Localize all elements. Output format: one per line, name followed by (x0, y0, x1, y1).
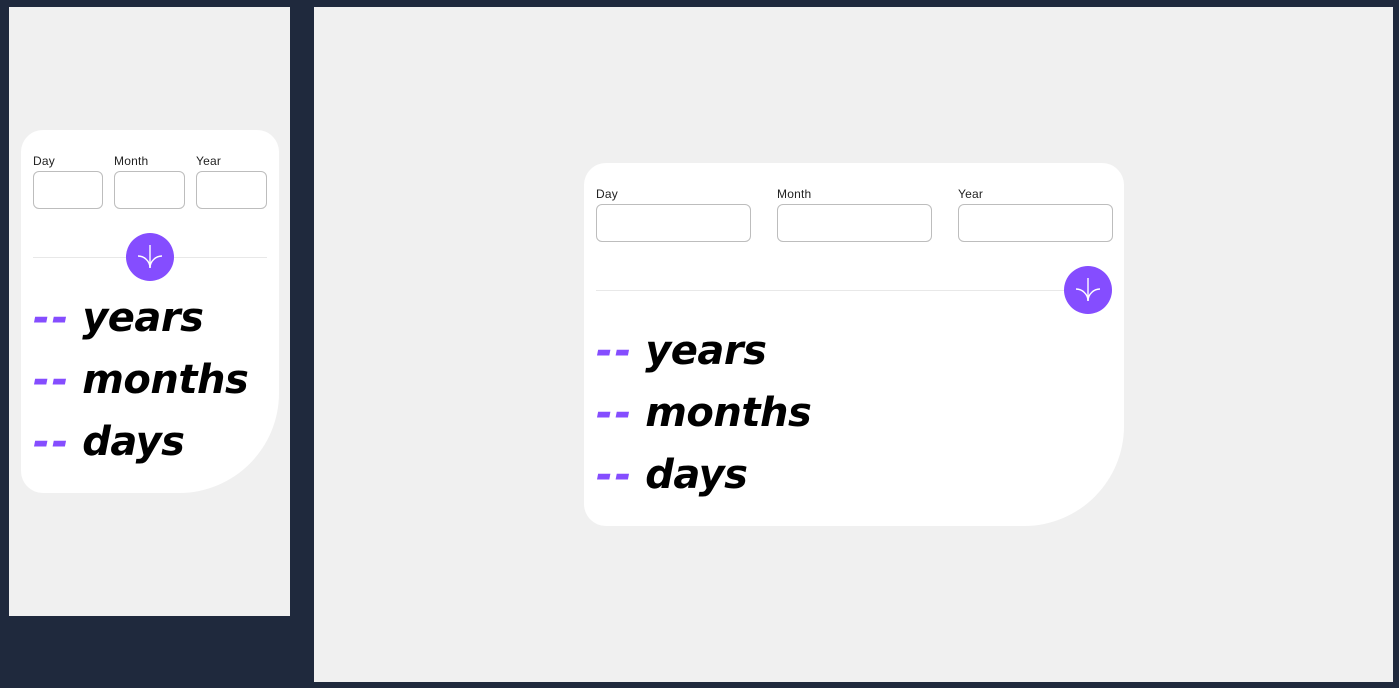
years-value: -- (596, 328, 634, 374)
day-input[interactable] (33, 171, 103, 209)
days-result: -- days (596, 444, 1112, 506)
month-label: Month (777, 187, 812, 201)
results-panel: -- years -- months -- days (33, 287, 267, 473)
divider-row (33, 233, 267, 281)
month-field-group: Month (777, 187, 932, 242)
years-value: -- (33, 295, 71, 341)
day-field-group: Day (596, 187, 751, 242)
day-field-group: Day (33, 154, 103, 209)
divider (596, 290, 1112, 291)
months-value: -- (596, 390, 634, 436)
month-input[interactable] (114, 171, 185, 209)
years-result: -- years (596, 320, 1112, 382)
month-label: Month (114, 154, 149, 168)
year-input[interactable] (958, 204, 1113, 242)
months-value: -- (33, 357, 71, 403)
submit-button[interactable] (1064, 266, 1112, 314)
day-input[interactable] (596, 204, 751, 242)
years-label: years (645, 328, 767, 374)
age-calculator-card: Day Month Year -- years -- months -- day… (21, 130, 279, 493)
desktop-preview: Day Month Year -- years -- months -- day… (314, 7, 1393, 682)
days-label: days (82, 419, 185, 465)
months-label: months (82, 357, 249, 403)
date-input-group: Day Month Year (596, 187, 1113, 242)
results-panel: -- years -- months -- days (596, 320, 1112, 506)
divider-row (596, 266, 1112, 314)
age-calculator-card: Day Month Year -- years -- months -- day… (584, 163, 1124, 526)
year-label: Year (958, 187, 984, 201)
days-value: -- (33, 419, 71, 465)
months-result: -- months (596, 382, 1112, 444)
months-result: -- months (33, 349, 267, 411)
submit-button[interactable] (126, 233, 174, 281)
years-result: -- years (33, 287, 267, 349)
months-label: months (645, 390, 812, 436)
year-label: Year (196, 154, 222, 168)
day-label: Day (33, 154, 55, 168)
days-label: days (645, 452, 748, 498)
day-label: Day (596, 187, 618, 201)
date-input-group: Day Month Year (33, 154, 267, 209)
days-value: -- (596, 452, 634, 498)
month-field-group: Month (114, 154, 185, 209)
year-field-group: Year (196, 154, 267, 209)
mobile-preview: Day Month Year -- years -- months -- day… (9, 7, 290, 616)
arrow-down-icon (137, 245, 163, 269)
year-field-group: Year (958, 187, 1113, 242)
days-result: -- days (33, 411, 267, 473)
year-input[interactable] (196, 171, 267, 209)
arrow-down-icon (1075, 278, 1101, 302)
month-input[interactable] (777, 204, 932, 242)
years-label: years (82, 295, 204, 341)
